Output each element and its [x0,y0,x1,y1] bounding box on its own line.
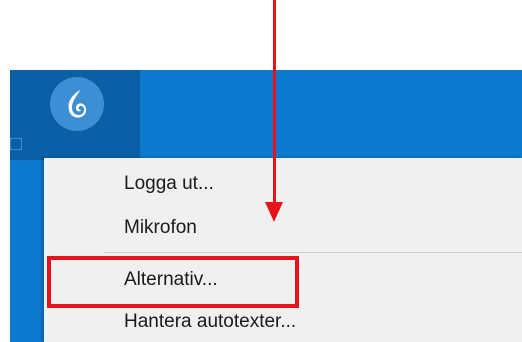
flame-glyph-icon [68,90,87,118]
menu-item-microphone[interactable]: Mikrofon [44,208,522,248]
menu-item-manage-autotexts[interactable]: Hantera autotexter... [44,302,522,342]
taskbar-edge [10,158,44,342]
annotation-arrow-head-icon [265,202,283,222]
annotation-arrow-shaft [273,0,276,204]
context-menu: Logga ut... Mikrofon Alternativ... Hante… [44,158,522,342]
dragon-naturallyspeaking-icon[interactable] [50,77,104,131]
menu-separator [104,252,522,253]
tray-corner-square [10,138,22,150]
annotation-highlight-box [47,256,299,308]
menu-item-logout[interactable]: Logga ut... [44,164,522,204]
menu-item-label: Logga ut... [124,173,214,194]
menu-item-label: Hantera autotexter... [124,311,297,332]
menu-item-label: Mikrofon [124,217,197,238]
